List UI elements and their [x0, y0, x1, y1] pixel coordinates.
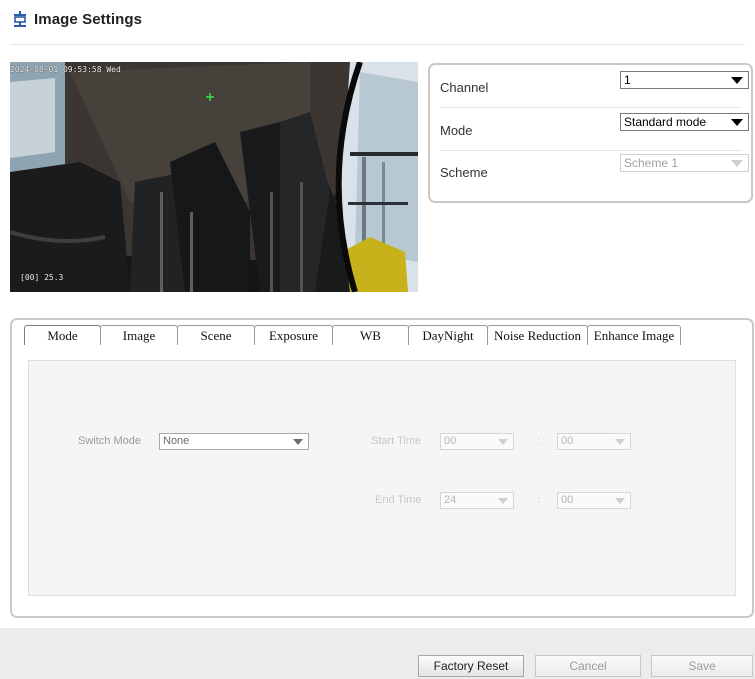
chevron-down-icon: [615, 439, 625, 445]
scheme-row: Scheme Scheme 1: [440, 152, 749, 192]
tab-bar: Mode Image Scene Exposure WB DayNight No…: [24, 325, 681, 347]
bottom-action-bar: [0, 628, 755, 679]
tab-scene-label: Scene: [200, 327, 232, 343]
save-button[interactable]: Save: [651, 655, 753, 677]
video-osd-name: [00] 25.3: [20, 273, 64, 282]
video-frame-image: [10, 62, 418, 292]
scheme-select-value: Scheme 1: [624, 156, 679, 170]
mode-select-value: Standard mode: [624, 115, 707, 129]
start-time-hour-select[interactable]: 00: [440, 433, 514, 450]
tab-exposure-label: Exposure: [268, 327, 319, 343]
channel-settings-panel: Channel 1 Mode Standard mode Scheme Sche…: [428, 63, 753, 203]
page-title: Image Settings: [34, 10, 143, 28]
cancel-button[interactable]: Cancel: [535, 655, 641, 677]
end-time-hour-select[interactable]: 24: [440, 492, 514, 509]
tab-daynight[interactable]: DayNight: [408, 325, 488, 345]
end-time-label: End Time: [375, 494, 422, 506]
chevron-down-icon: [731, 160, 743, 167]
tab-scene[interactable]: Scene: [177, 325, 255, 345]
tab-image[interactable]: Image: [100, 325, 178, 345]
channel-row: Channel 1: [440, 67, 749, 108]
switch-mode-value: None: [163, 435, 190, 447]
tab-wb[interactable]: WB: [332, 325, 409, 345]
image-settings-tabs-box: Mode Image Scene Exposure WB DayNight No…: [10, 318, 754, 618]
end-time-separator: :: [537, 494, 541, 506]
chevron-down-icon: [498, 498, 508, 504]
chevron-down-icon: [731, 119, 743, 126]
tab-image-label: Image: [122, 327, 156, 343]
switch-mode-select[interactable]: None: [159, 433, 309, 450]
end-time-hour-value: 24: [444, 494, 457, 506]
factory-reset-button[interactable]: Factory Reset: [418, 655, 524, 677]
tab-mode[interactable]: Mode: [24, 325, 101, 345]
start-time-separator: :: [537, 435, 541, 447]
channel-label: Channel: [440, 80, 489, 95]
scheme-select[interactable]: Scheme 1: [620, 154, 749, 172]
chevron-down-icon: [615, 498, 625, 504]
start-time-hour-value: 00: [444, 435, 457, 447]
chevron-down-icon: [498, 439, 508, 445]
start-time-minute-value: 00: [561, 435, 574, 447]
end-time-minute-value: 00: [561, 494, 574, 506]
mode-tab-content: Switch Mode None Start Time 00 : 00 End …: [28, 360, 736, 596]
mode-label: Mode: [440, 123, 473, 138]
tab-noise-reduction-label: Noise Reduction: [493, 327, 581, 343]
tab-daynight-label: DayNight: [422, 327, 474, 343]
cancel-label: Cancel: [569, 659, 607, 673]
tab-wb-label: WB: [360, 327, 381, 343]
chevron-down-icon: [731, 77, 743, 84]
page-header: Image Settings: [12, 6, 142, 32]
tab-enhance-image[interactable]: Enhance Image: [587, 325, 681, 345]
tab-enhance-image-label: Enhance Image: [593, 327, 675, 343]
scheme-label: Scheme: [440, 165, 488, 180]
mode-row: Mode Standard mode: [440, 110, 749, 151]
video-osd-time: 2024-08-01 09:53:58 Wed: [10, 65, 121, 74]
start-time-label: Start Time: [371, 435, 422, 447]
mode-select[interactable]: Standard mode: [620, 113, 749, 131]
channel-select-value: 1: [624, 73, 631, 87]
tab-noise-reduction[interactable]: Noise Reduction: [487, 325, 588, 345]
settings-image-icon: [12, 11, 28, 27]
live-video-preview[interactable]: 2024-08-01 09:53:58 Wed [00] 25.3: [10, 62, 418, 292]
start-time-minute-select[interactable]: 00: [557, 433, 631, 450]
end-time-minute-select[interactable]: 00: [557, 492, 631, 509]
tab-mode-label: Mode: [47, 327, 78, 343]
header-divider: [10, 44, 745, 45]
save-label: Save: [688, 659, 716, 673]
factory-reset-label: Factory Reset: [433, 659, 509, 673]
tab-exposure[interactable]: Exposure: [254, 325, 333, 345]
channel-select[interactable]: 1: [620, 71, 749, 89]
switch-mode-label: Switch Mode: [78, 435, 141, 447]
chevron-down-icon: [293, 439, 303, 445]
